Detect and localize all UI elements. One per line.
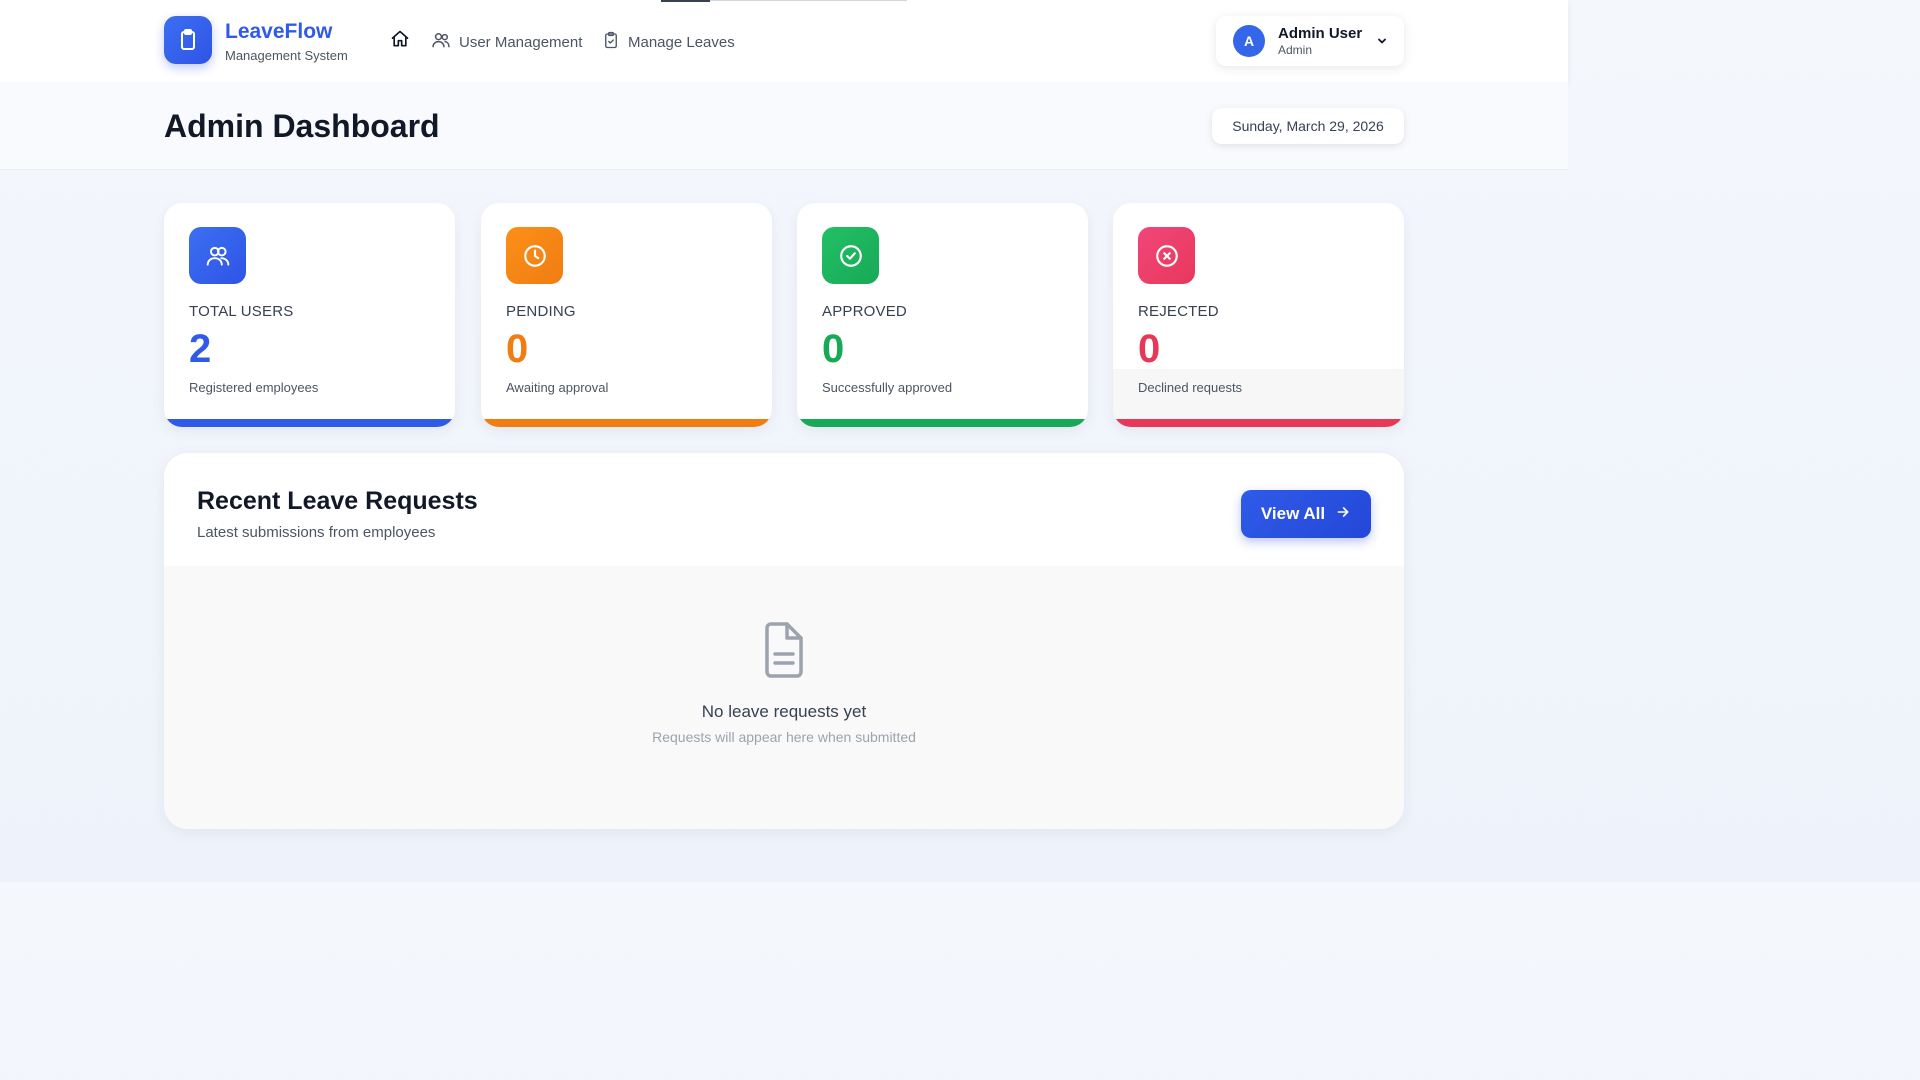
chevron-down-icon[interactable] bbox=[1376, 34, 1388, 46]
date-badge: Sunday, March 29, 2026 bbox=[1212, 108, 1404, 144]
top-navbar: LeaveFlow Management System User Managem… bbox=[0, 0, 1568, 82]
document-icon bbox=[761, 622, 807, 678]
empty-state-title: No leave requests yet bbox=[701, 702, 867, 721]
stat-value: 2 bbox=[189, 327, 212, 371]
user-menu[interactable]: A Admin User Admin bbox=[1216, 16, 1404, 66]
nav-manage-leaves[interactable]: Manage Leaves bbox=[602, 30, 735, 54]
nav-user-management[interactable]: User Management bbox=[431, 30, 582, 54]
hover-highlight bbox=[1113, 369, 1404, 421]
empty-state-subtitle: Requests will appear here when submitted bbox=[652, 729, 916, 745]
users-icon bbox=[189, 227, 246, 284]
page-title: Admin Dashboard bbox=[164, 108, 440, 144]
user-name: Admin User bbox=[1278, 25, 1363, 42]
panel-subtitle: Latest submissions from employees bbox=[197, 524, 436, 541]
page-header: Admin Dashboard Sunday, March 29, 2026 bbox=[0, 82, 1568, 170]
user-role: Admin bbox=[1278, 43, 1313, 57]
clipboard-icon[interactable] bbox=[164, 16, 212, 64]
scroll-indicator bbox=[661, 0, 907, 2]
stat-accent-bar bbox=[797, 419, 1088, 427]
stat-accent-bar bbox=[481, 419, 772, 427]
stat-label: APPROVED bbox=[822, 303, 907, 320]
stat-value: 0 bbox=[506, 327, 529, 371]
arrow-right-icon bbox=[1335, 504, 1351, 525]
stat-description: Declined requests bbox=[1138, 380, 1243, 395]
stat-card-approved[interactable]: APPROVED 0 Successfully approved bbox=[797, 203, 1088, 427]
stat-accent-bar bbox=[1113, 419, 1404, 427]
stat-label: TOTAL USERS bbox=[189, 303, 294, 320]
view-all-label: View All bbox=[1260, 504, 1326, 523]
stat-description: Successfully approved bbox=[822, 380, 953, 395]
empty-state: No leave requests yet Requests will appe… bbox=[164, 566, 1404, 829]
stat-value: 0 bbox=[822, 327, 845, 371]
stat-value: 0 bbox=[1138, 327, 1161, 371]
recent-requests-panel: Recent Leave Requests Latest submissions… bbox=[164, 453, 1404, 829]
clock-icon bbox=[506, 227, 563, 284]
users-icon bbox=[431, 30, 451, 54]
stat-description: Awaiting approval bbox=[506, 380, 609, 395]
view-all-button[interactable]: View All bbox=[1241, 490, 1371, 538]
panel-title: Recent Leave Requests bbox=[197, 487, 478, 515]
nav-manage-leaves-label: Manage Leaves bbox=[628, 33, 735, 51]
home-icon[interactable] bbox=[390, 29, 410, 49]
brand-subtitle: Management System bbox=[225, 48, 348, 63]
brand-name[interactable]: LeaveFlow bbox=[225, 20, 332, 44]
stat-card-rejected[interactable]: REJECTED 0 Declined requests bbox=[1113, 203, 1404, 427]
avatar: A bbox=[1233, 25, 1265, 57]
check-circle-icon bbox=[822, 227, 879, 284]
stat-description: Registered employees bbox=[189, 380, 319, 395]
stat-card-pending[interactable]: PENDING 0 Awaiting approval bbox=[481, 203, 772, 427]
nav-user-management-label: User Management bbox=[459, 33, 583, 51]
x-circle-icon bbox=[1138, 227, 1195, 284]
stat-label: REJECTED bbox=[1138, 303, 1219, 320]
clipboard-check-icon bbox=[602, 30, 620, 54]
stat-card-total-users[interactable]: TOTAL USERS 2 Registered employees bbox=[164, 203, 455, 427]
stat-label: PENDING bbox=[506, 303, 576, 320]
stat-accent-bar bbox=[164, 419, 455, 427]
